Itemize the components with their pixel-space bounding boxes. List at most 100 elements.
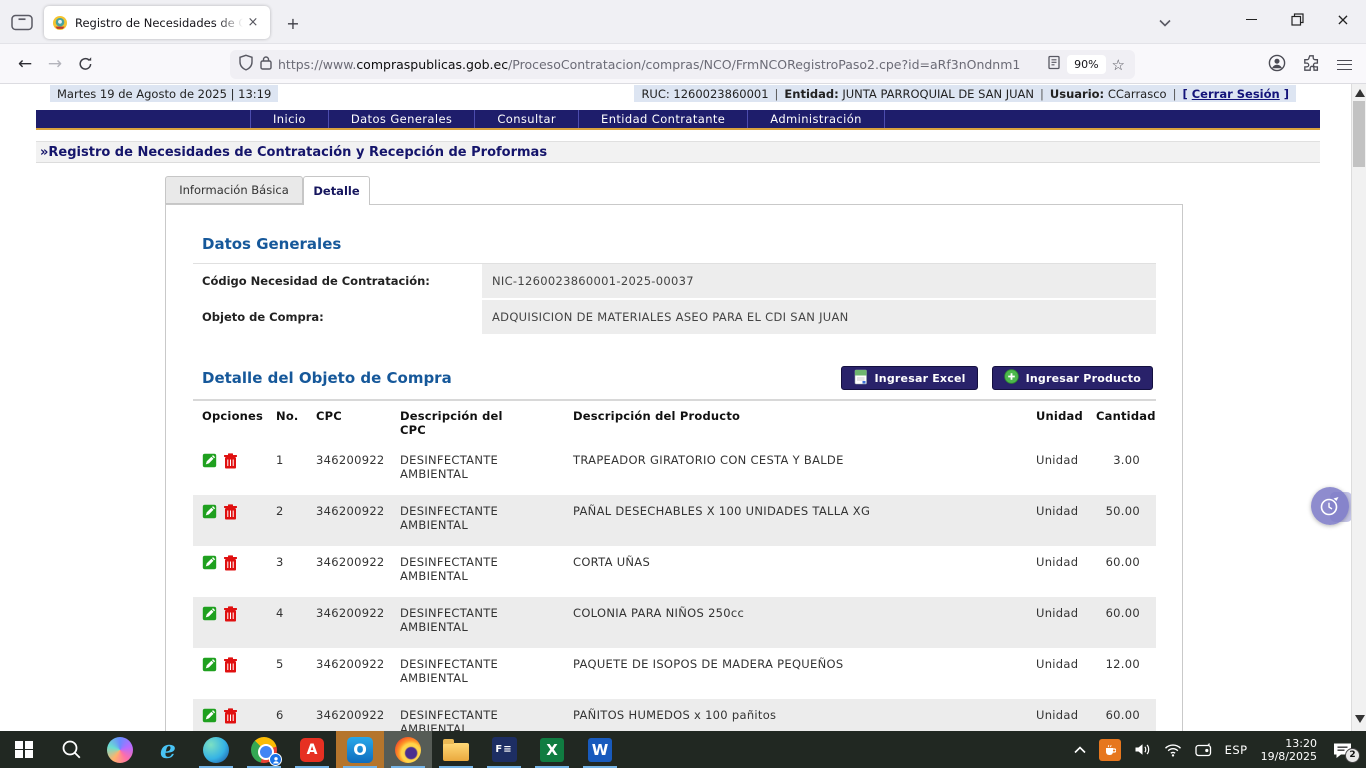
dg-value: NIC-1260023860001-2025-00037 bbox=[482, 264, 1156, 298]
nav-item-entidad-contratante[interactable]: Entidad Contratante bbox=[579, 110, 748, 128]
word-button[interactable]: W bbox=[576, 731, 624, 768]
close-tab-icon[interactable]: × bbox=[244, 14, 262, 32]
delete-icon[interactable] bbox=[224, 606, 237, 622]
dg-row: Objeto de Compra: ADQUISICION DE MATERIA… bbox=[193, 300, 1156, 336]
internet-explorer-button[interactable]: e bbox=[144, 731, 192, 768]
start-button[interactable] bbox=[0, 731, 48, 768]
account-icon[interactable] bbox=[1268, 54, 1286, 76]
copilot-button[interactable] bbox=[96, 731, 144, 768]
table-row: 4 346200922 DESINFECTANTE AMBIENTAL COLO… bbox=[193, 597, 1156, 648]
cell-no: 5 bbox=[276, 657, 316, 699]
delete-icon[interactable] bbox=[224, 708, 237, 724]
cell-cpc: 346200922 bbox=[316, 453, 400, 495]
extensions-icon[interactable] bbox=[1303, 54, 1320, 75]
cell-cantidad: 12.00 bbox=[1096, 657, 1156, 699]
lock-icon[interactable] bbox=[260, 55, 272, 74]
volume-icon[interactable] bbox=[1134, 742, 1151, 757]
tab-informacion-basica[interactable]: Información Básica bbox=[165, 176, 303, 204]
reload-button[interactable] bbox=[70, 50, 100, 78]
edit-icon[interactable] bbox=[202, 504, 217, 519]
outlook-icon: O bbox=[347, 737, 373, 763]
nav-item-inicio[interactable]: Inicio bbox=[250, 110, 329, 128]
cell-cantidad: 3.00 bbox=[1096, 453, 1156, 495]
cell-cantidad: 60.00 bbox=[1096, 555, 1156, 597]
java-icon[interactable] bbox=[1099, 739, 1121, 761]
cell-cpc-desc: DESINFECTANTE AMBIENTAL bbox=[400, 657, 573, 699]
dg-value: ADQUISICION DE MATERIALES ASEO PARA EL C… bbox=[482, 300, 1156, 334]
search-button[interactable] bbox=[48, 731, 96, 768]
ingresar-producto-button[interactable]: Ingresar Producto bbox=[992, 366, 1153, 390]
ingresar-excel-button[interactable]: Ingresar Excel bbox=[841, 366, 978, 390]
cell-producto: PAÑAL DESECHABLES X 100 UNIDADES TALLA X… bbox=[573, 504, 1036, 546]
scroll-down-icon[interactable] bbox=[1355, 715, 1365, 723]
menu-icon[interactable] bbox=[1337, 60, 1352, 70]
nav-item-administracion[interactable]: Administración bbox=[748, 110, 885, 128]
vertical-scrollbar[interactable] bbox=[1351, 84, 1366, 731]
reader-mode-icon[interactable] bbox=[1047, 55, 1061, 74]
file-explorer-button[interactable] bbox=[432, 731, 480, 768]
page-viewport: Martes 19 de Agosto de 2025 | 13:19 RUC:… bbox=[0, 84, 1366, 731]
explorer-icon bbox=[443, 743, 469, 761]
datos-generales-heading: Datos Generales bbox=[202, 235, 1156, 253]
tab-detalle[interactable]: Detalle bbox=[303, 176, 370, 205]
page-title: »Registro de Necesidades de Contratación… bbox=[36, 141, 1320, 163]
edit-icon[interactable] bbox=[202, 606, 217, 621]
language-indicator[interactable]: ESP bbox=[1225, 743, 1248, 757]
screen: Registro de Necesidades de Co × + × ← → bbox=[0, 0, 1366, 768]
cell-no: 4 bbox=[276, 606, 316, 648]
nav-item-datos-generales[interactable]: Datos Generales bbox=[329, 110, 475, 128]
fes-app-button[interactable]: F≡ bbox=[480, 731, 528, 768]
bookmark-star-icon[interactable]: ☆ bbox=[1112, 56, 1125, 74]
minimize-button[interactable] bbox=[1228, 0, 1274, 38]
firefox-view-icon[interactable] bbox=[10, 13, 34, 32]
scroll-up-icon[interactable] bbox=[1355, 89, 1365, 97]
notifications-icon[interactable]: 2 bbox=[1330, 741, 1356, 759]
firefox-button[interactable] bbox=[384, 731, 432, 768]
remote-display-icon[interactable] bbox=[1195, 743, 1212, 757]
forward-button[interactable]: → bbox=[40, 50, 70, 78]
toolbar-right-icons bbox=[1268, 50, 1352, 79]
search-icon bbox=[61, 739, 83, 761]
edge-button[interactable] bbox=[192, 731, 240, 768]
datetime-banner: Martes 19 de Agosto de 2025 | 13:19 bbox=[50, 85, 278, 102]
acrobat-icon: A bbox=[300, 738, 324, 762]
restore-button[interactable] bbox=[1274, 0, 1320, 38]
scrollbar-thumb[interactable] bbox=[1353, 101, 1365, 167]
outlook-button[interactable]: O bbox=[336, 731, 384, 768]
firefox-icon bbox=[395, 737, 421, 763]
dg-label: Objeto de Compra: bbox=[193, 300, 482, 334]
cell-cantidad: 60.00 bbox=[1096, 606, 1156, 648]
cell-producto: PAQUETE DE ISOPOS DE MADERA PEQUEÑOS bbox=[573, 657, 1036, 699]
tab-list-chevron-icon[interactable] bbox=[1158, 13, 1172, 32]
browser-toolbar: ← → https://www.compraspublicas.gob.ec/P… bbox=[0, 44, 1366, 84]
zoom-level-badge[interactable]: 90% bbox=[1067, 55, 1105, 74]
tracking-shield-icon[interactable] bbox=[238, 54, 254, 75]
close-button[interactable]: × bbox=[1320, 0, 1366, 38]
new-tab-button[interactable]: + bbox=[282, 12, 304, 34]
browser-tab[interactable]: Registro de Necesidades de Co × bbox=[44, 6, 270, 39]
cell-cpc: 346200922 bbox=[316, 504, 400, 546]
delete-icon[interactable] bbox=[224, 555, 237, 571]
chrome-button[interactable] bbox=[240, 731, 288, 768]
acrobat-button[interactable]: A bbox=[288, 731, 336, 768]
edit-icon[interactable] bbox=[202, 708, 217, 723]
edit-icon[interactable] bbox=[202, 555, 217, 570]
delete-icon[interactable] bbox=[224, 657, 237, 673]
excel-button[interactable]: X bbox=[528, 731, 576, 768]
url-bar[interactable]: https://www.compraspublicas.gob.ec/Proce… bbox=[230, 50, 1135, 79]
delete-icon[interactable] bbox=[224, 504, 237, 520]
tray-clock[interactable]: 13:20 19/8/2025 bbox=[1261, 737, 1317, 763]
edit-icon[interactable] bbox=[202, 453, 217, 468]
wifi-icon[interactable] bbox=[1164, 743, 1182, 757]
floating-timer-widget[interactable] bbox=[1311, 487, 1349, 525]
browser-tab-strip: Registro de Necesidades de Co × + × bbox=[0, 0, 1366, 44]
logout-link[interactable]: [ Cerrar Sesión ] bbox=[1182, 87, 1289, 101]
delete-icon[interactable] bbox=[224, 453, 237, 469]
back-button[interactable]: ← bbox=[10, 50, 40, 78]
nav-item-consultar[interactable]: Consultar bbox=[475, 110, 579, 128]
tray-chevron-icon[interactable] bbox=[1074, 746, 1086, 754]
entity-value: JUNTA PARROQUIAL DE SAN JUAN bbox=[842, 87, 1034, 101]
tray-date: 19/8/2025 bbox=[1261, 750, 1317, 763]
edit-icon[interactable] bbox=[202, 657, 217, 672]
dg-label: Código Necesidad de Contratación: bbox=[193, 264, 482, 298]
